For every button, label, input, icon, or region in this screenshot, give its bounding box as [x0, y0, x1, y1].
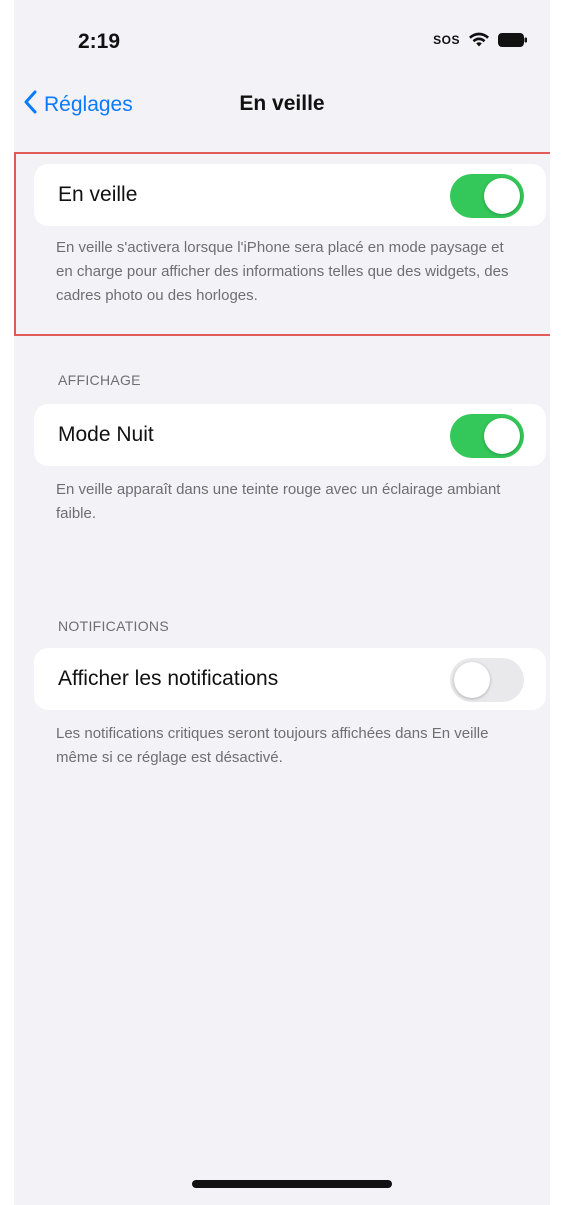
night-mode-footer: En veille apparaît dans une teinte rouge…	[56, 481, 501, 522]
night-mode-label: Mode Nuit	[58, 423, 154, 446]
settings-screen: 2:19 SOS Réglages En veille En veille En…	[14, 0, 550, 1205]
standby-row: En veille	[34, 164, 546, 226]
home-indicator[interactable]	[192, 1180, 392, 1188]
show-notifications-label: Afficher les notifications	[58, 667, 279, 690]
section-header-notifications: NOTIFICATIONS	[58, 618, 169, 634]
toggle-knob	[484, 178, 520, 214]
toggle-knob	[454, 662, 490, 698]
status-time: 2:19	[78, 30, 121, 53]
show-notifications-toggle[interactable]	[450, 658, 524, 702]
toggle-knob	[484, 418, 520, 454]
standby-toggle[interactable]	[450, 174, 524, 218]
night-mode-toggle[interactable]	[450, 414, 524, 458]
standby-footer: En veille s'activera lorsque l'iPhone se…	[56, 239, 509, 304]
notifications-footer: Les notifications critiques seront toujo…	[56, 725, 489, 766]
navigation-bar: Réglages En veille	[14, 82, 550, 132]
wifi-icon	[468, 32, 490, 48]
status-bar: 2:19 SOS	[14, 0, 550, 80]
section-header-display: AFFICHAGE	[58, 372, 141, 388]
battery-icon	[498, 33, 528, 47]
standby-label: En veille	[58, 183, 138, 206]
page-title: En veille	[239, 92, 325, 115]
sos-indicator: SOS	[433, 33, 460, 47]
status-icons: SOS	[433, 32, 528, 48]
night-mode-row: Mode Nuit	[34, 404, 546, 466]
show-notifications-row: Afficher les notifications	[34, 648, 546, 710]
